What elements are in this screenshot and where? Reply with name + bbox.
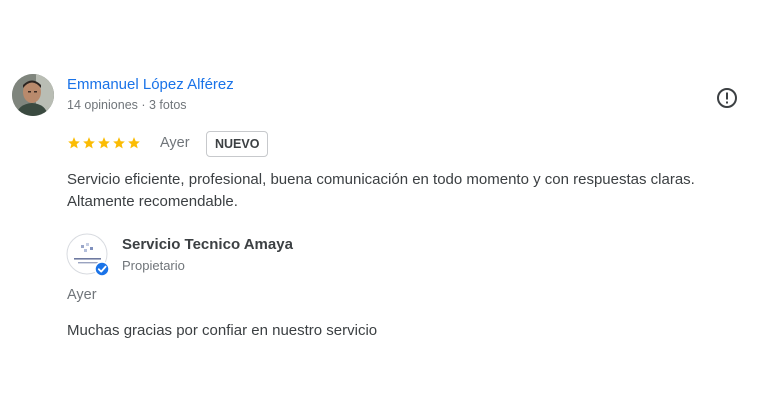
owner-role: Propietario: [122, 258, 185, 273]
star-icon: [98, 137, 110, 149]
review-text: Servicio eficiente, profesional, buena c…: [67, 171, 695, 210]
star-icon: [113, 137, 125, 149]
report-flag-icon[interactable]: [715, 86, 739, 110]
reply-date: Ayer: [67, 287, 97, 303]
owner-name: Servicio Tecnico Amaya: [122, 236, 293, 253]
reviewer-meta: 14 opiniones · 3 fotos: [67, 98, 187, 112]
star-icon: [83, 137, 95, 149]
owner-logo: [66, 233, 110, 277]
reviewer-name-link[interactable]: Emmanuel López Alférez: [67, 76, 234, 93]
review-date: Ayer: [160, 135, 190, 151]
new-badge: NUEVO: [206, 131, 269, 157]
star-icon: [128, 137, 140, 149]
reviewer-photo: [12, 74, 54, 116]
reviewer-avatar[interactable]: [12, 74, 54, 116]
star-rating: [67, 136, 141, 152]
owner-avatar[interactable]: [66, 233, 110, 277]
reply-text: Muchas gracias por confiar en nuestro se…: [67, 322, 378, 339]
verified-badge-icon: [94, 261, 110, 277]
star-icon: [68, 137, 80, 149]
